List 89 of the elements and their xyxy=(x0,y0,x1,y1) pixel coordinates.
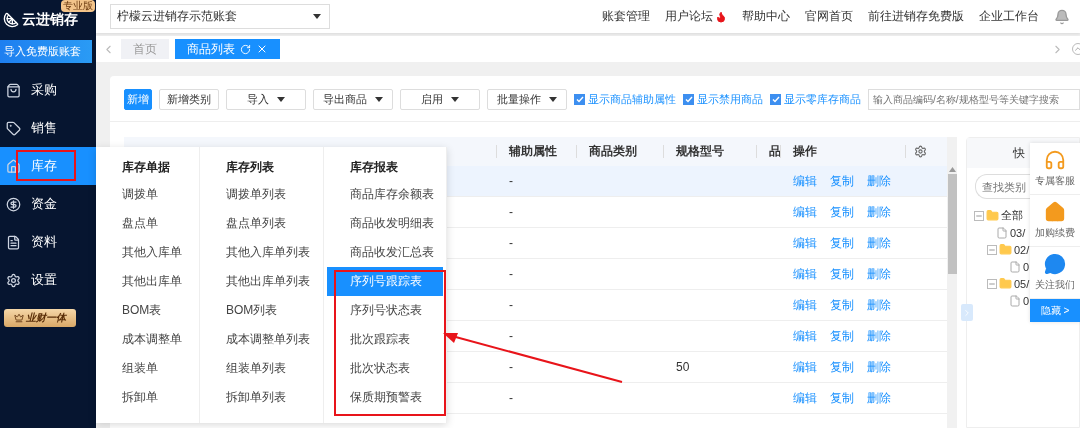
category-label[interactable]: 全部 xyxy=(1001,208,1023,223)
caret-icon xyxy=(375,97,383,102)
table-cell: - xyxy=(509,174,513,188)
toolbar-button[interactable]: 导入 xyxy=(226,89,306,110)
category-label[interactable]: 0 xyxy=(1023,260,1030,273)
nav-item[interactable]: 资料 xyxy=(0,223,96,261)
column-header: 操作 xyxy=(793,143,817,160)
menu-item[interactable]: 成本调整单列表 xyxy=(226,325,320,354)
lemon-icon xyxy=(3,12,19,28)
app-logo: 云进销存 xyxy=(22,11,78,29)
category-label[interactable]: 03/ xyxy=(1010,226,1026,239)
top-link[interactable]: 官网首页 xyxy=(805,8,853,25)
service-item[interactable]: 加购续费 xyxy=(1030,195,1080,247)
menu-item[interactable]: 拆卸单 xyxy=(122,383,196,412)
nav-icon xyxy=(6,196,21,212)
category-label[interactable]: 05/ xyxy=(1014,277,1030,290)
caret-icon xyxy=(451,97,459,102)
category-label[interactable]: 0 xyxy=(1023,294,1030,307)
folder-icon xyxy=(986,209,999,222)
checkbox[interactable] xyxy=(683,94,694,105)
folder-icon xyxy=(999,277,1012,290)
menu-item[interactable]: 组装单列表 xyxy=(226,354,320,383)
table-cell: - xyxy=(509,360,513,374)
search-field[interactable]: 输入商品编码/名称/规格型号等关键字搜索 xyxy=(868,89,1080,110)
column-header: 辅助属性 xyxy=(509,143,557,160)
nav-icon xyxy=(6,272,21,288)
chat-icon xyxy=(1044,253,1066,275)
nav-icon xyxy=(6,82,21,98)
column-header: 商品类别 xyxy=(589,143,637,160)
table-cell: 50 xyxy=(676,360,690,374)
nav-icon xyxy=(6,158,21,174)
scrollbar[interactable] xyxy=(947,137,957,428)
menu-item[interactable]: 批次跟踪表 xyxy=(350,325,443,354)
file-icon xyxy=(1009,294,1021,307)
settings-icon[interactable] xyxy=(914,145,927,158)
table-cell: - xyxy=(509,329,513,343)
chevron-right-icon xyxy=(962,307,972,318)
file-icon xyxy=(996,226,1008,239)
file-icon xyxy=(1009,260,1021,273)
bell-icon[interactable] xyxy=(1054,8,1070,25)
category-label[interactable]: 02/ xyxy=(1014,243,1030,256)
house-icon xyxy=(1044,201,1066,223)
menu-item[interactable]: 组装单 xyxy=(122,354,196,383)
checkbox[interactable] xyxy=(770,94,781,105)
column-header: 规格型号 xyxy=(676,143,724,160)
caret-icon xyxy=(277,97,285,102)
import-button[interactable]: 导入免费版账套 xyxy=(0,40,92,63)
collapse-toggle[interactable] xyxy=(987,278,997,289)
caret-icon xyxy=(549,97,557,102)
top-link[interactable]: 前往进销存免费版 xyxy=(868,8,964,25)
table-cell: - xyxy=(509,236,513,250)
toolbar-button[interactable]: 新增类别 xyxy=(159,89,219,110)
account-select[interactable]: 柠檬云进销存示范账套 xyxy=(110,4,330,29)
headset-icon xyxy=(1044,149,1066,171)
close-icon[interactable] xyxy=(256,43,268,55)
nav-item[interactable]: 销售 xyxy=(0,109,96,147)
edition-badge: 专业版 xyxy=(61,0,95,12)
scroll-up-icon[interactable] xyxy=(948,167,956,172)
checkbox[interactable] xyxy=(574,94,585,105)
column-header: 品 xyxy=(769,143,781,160)
top-link[interactable]: 帮助中心 xyxy=(742,8,790,25)
menu-item[interactable]: 保质期预警表 xyxy=(350,383,443,412)
nav-icon xyxy=(6,234,21,250)
collapse-toggle[interactable] xyxy=(987,244,997,255)
folder-icon xyxy=(999,243,1012,256)
toolbar-button[interactable]: 批量操作 xyxy=(487,89,567,110)
top-link[interactable]: 用户论坛 xyxy=(665,8,727,25)
toolbar-button[interactable]: 导出商品 xyxy=(313,89,393,110)
nav-icon xyxy=(6,120,21,136)
menu-item[interactable]: 成本调整单 xyxy=(122,325,196,354)
table-cell: - xyxy=(509,298,513,312)
panel-title: 快 xyxy=(1013,144,1025,162)
table-cell: - xyxy=(509,267,513,281)
top-link[interactable]: 企业工作台 xyxy=(979,8,1039,25)
promo-badge[interactable]: 业财一体 xyxy=(4,309,76,327)
collapse-toggle[interactable] xyxy=(974,210,984,221)
toolbar-button[interactable]: 启用 xyxy=(400,89,480,110)
menu-item[interactable]: 批次状态表 xyxy=(350,354,443,383)
service-item[interactable]: 专属客服 xyxy=(1030,143,1080,195)
table-cell: - xyxy=(509,391,513,405)
top-link[interactable]: 账套管理 xyxy=(602,8,650,25)
refresh-icon[interactable] xyxy=(240,43,251,55)
nav-item[interactable]: 设置 xyxy=(0,261,96,299)
highlight-frame xyxy=(16,150,76,181)
menu-item[interactable]: 拆卸单列表 xyxy=(226,383,320,412)
caret-icon xyxy=(313,14,321,19)
table-cell: - xyxy=(509,205,513,219)
nav-item[interactable]: 采购 xyxy=(0,71,96,109)
nav-item[interactable]: 资金 xyxy=(0,185,96,223)
